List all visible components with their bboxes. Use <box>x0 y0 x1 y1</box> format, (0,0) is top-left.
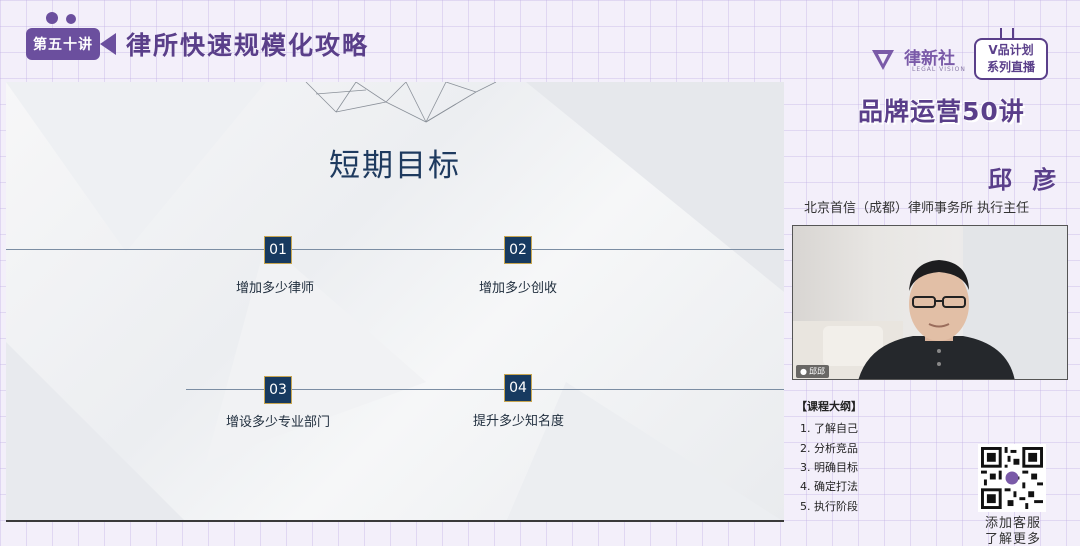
tv-antenna-icon <box>1000 28 1014 38</box>
lecture-badge: 第五十讲 <box>26 28 100 60</box>
participant-name: 邱邱 <box>808 367 825 376</box>
microphone-icon: ● <box>800 367 807 376</box>
camera-icon <box>100 33 116 55</box>
outline-item: 4. 确定打法 <box>800 480 858 493</box>
goal-label-03: 增设多少专业部门 <box>226 415 331 430</box>
shared-slide: 短期目标 01 增加多少律师 02 增加多少创收 03 增设多少专业部门 04 … <box>6 82 784 522</box>
legal-vision-logo-icon <box>872 50 894 70</box>
speaker-figure <box>793 226 1067 379</box>
speaker-video <box>792 225 1068 380</box>
goal-label-01: 增加多少律师 <box>236 281 315 296</box>
outline-heading: 【课程大纲】 <box>796 400 862 413</box>
v-plan-line1: V品计划 <box>988 43 1034 57</box>
goal-number-03: 03 <box>264 376 292 404</box>
goal-number-04: 04 <box>504 374 532 402</box>
v-plan-badge: V品计划 系列直播 <box>974 38 1048 80</box>
logo-subtext: LEGAL VISION <box>912 66 966 73</box>
outline-item: 5. 执行阶段 <box>800 500 858 513</box>
speaker-name: 邱 彦 <box>988 166 1063 194</box>
qr-code <box>978 444 1046 512</box>
header-title: 律所快速规模化攻略 <box>126 31 370 60</box>
timeline-line-top <box>6 249 784 250</box>
badge-dots <box>46 12 86 26</box>
slide-title: 短期目标 <box>329 148 461 184</box>
speaker-affiliation: 北京首信（成都）律师事务所 执行主任 <box>804 201 1030 216</box>
goal-number-02: 02 <box>504 236 532 264</box>
goal-number-01: 01 <box>264 236 292 264</box>
outline-item: 3. 明确目标 <box>800 461 858 474</box>
goal-label-04: 提升多少知名度 <box>473 414 565 429</box>
goal-label-02: 增加多少创收 <box>479 281 558 296</box>
series-title: 品牌运营50讲 <box>858 97 1025 126</box>
participant-name-tag: ● 邱邱 <box>796 365 829 378</box>
qr-code-graphic <box>981 447 1043 509</box>
qr-caption-line2: 了解更多 <box>984 532 1041 546</box>
outline-item: 1. 了解自己 <box>800 422 858 435</box>
v-plan-line2: 系列直播 <box>986 60 1035 74</box>
outline-item: 2. 分析竞品 <box>800 442 858 455</box>
